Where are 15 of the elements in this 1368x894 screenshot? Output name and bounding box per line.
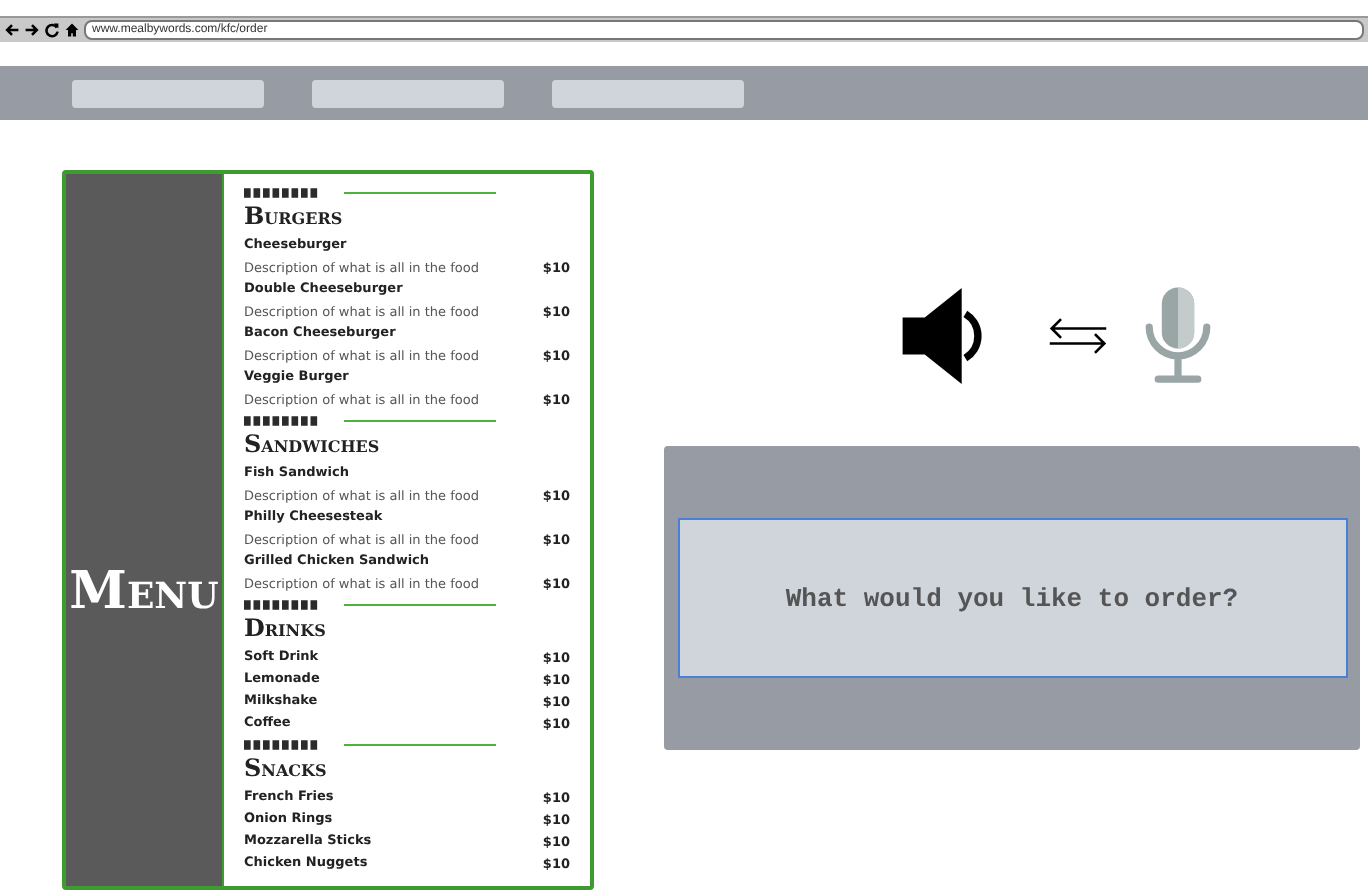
forward-icon[interactable] (24, 22, 40, 38)
section-heading: Drinks (244, 612, 328, 646)
swap-arrows-icon (1045, 316, 1109, 356)
section-heading: Snacks (244, 752, 329, 786)
dots-icon (244, 739, 320, 749)
dots-icon (244, 415, 320, 425)
menu-title: Menu (69, 562, 219, 622)
back-icon[interactable] (4, 22, 20, 38)
section-heading: Burgers (244, 200, 345, 234)
section-heading: Sandwiches (244, 428, 382, 462)
dots-icon (244, 599, 320, 609)
reload-icon[interactable] (44, 22, 60, 38)
prompt-box[interactable]: What would you like to order? (677, 518, 1347, 678)
dots-icon (244, 187, 320, 197)
home-icon[interactable] (64, 22, 80, 38)
